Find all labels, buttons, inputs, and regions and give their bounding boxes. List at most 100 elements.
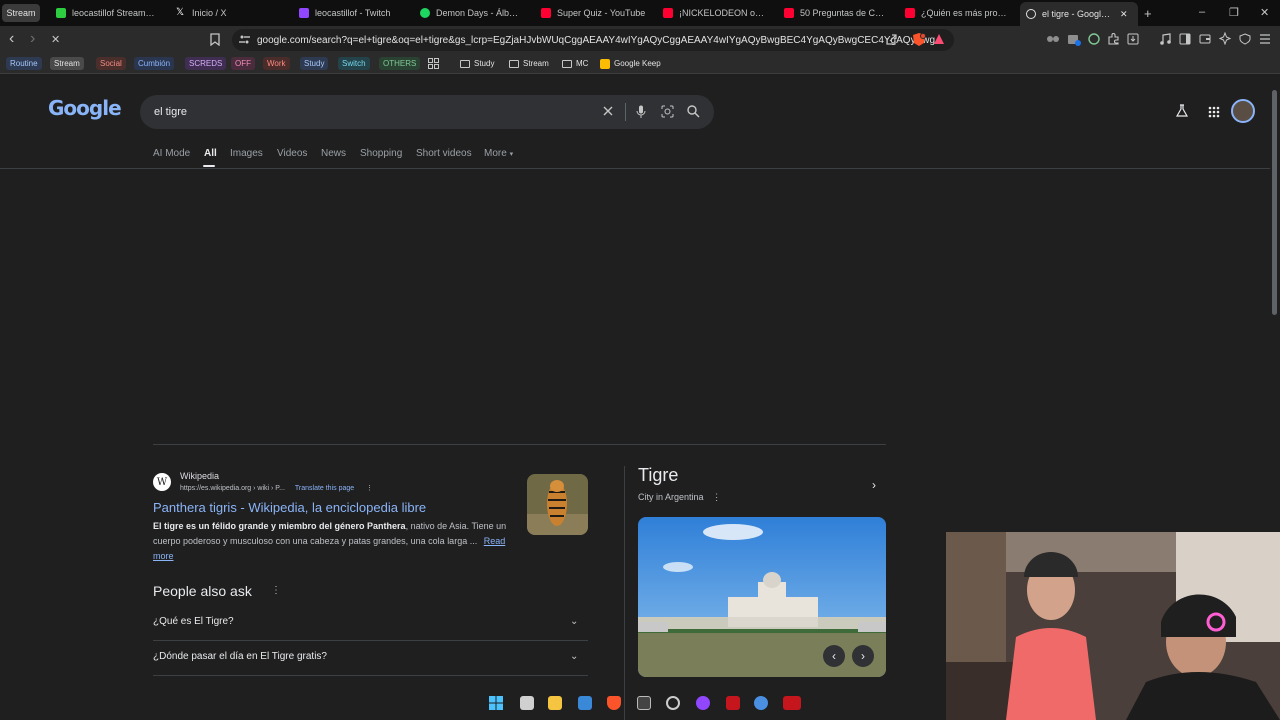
tab-nickelodeon[interactable]: ¡NICKELODEON o DISNE bbox=[663, 3, 765, 23]
tab-videos[interactable]: Videos bbox=[277, 148, 307, 159]
label: OFF bbox=[235, 59, 251, 68]
epic-games-icon[interactable] bbox=[637, 696, 651, 710]
bookmark-folder-stream[interactable]: Stream bbox=[509, 57, 549, 70]
tab-images[interactable]: Images bbox=[230, 148, 263, 159]
bookmark-icon[interactable] bbox=[210, 33, 220, 48]
tab-50-preguntas[interactable]: 50 Preguntas de Cultura bbox=[784, 3, 886, 23]
new-tab-button[interactable]: + bbox=[1144, 3, 1160, 23]
more-options-icon[interactable]: ⋮ bbox=[366, 485, 373, 492]
tab-group-stream[interactable]: Stream bbox=[2, 4, 40, 22]
result-title-link[interactable]: Panthera tigris - Wikipedia, la enciclop… bbox=[153, 500, 426, 515]
sidebar-icon[interactable] bbox=[1179, 33, 1191, 47]
bookmark-group-work[interactable]: Work bbox=[263, 57, 290, 70]
tab-news[interactable]: News bbox=[321, 148, 346, 159]
bookmark-folder-study[interactable]: Study bbox=[460, 57, 494, 70]
extension-icon[interactable] bbox=[1068, 33, 1081, 48]
bookmark-group-screds[interactable]: SCREDS bbox=[185, 57, 227, 70]
download-icon[interactable] bbox=[1127, 33, 1139, 47]
bookmark-folder-mc[interactable]: MC bbox=[562, 57, 588, 70]
tab-quien-es-mas[interactable]: ¿Quién es más probable bbox=[905, 3, 1007, 23]
carousel-prev-button[interactable]: ‹ bbox=[823, 645, 845, 667]
settings-icon[interactable] bbox=[754, 696, 768, 710]
share-icon[interactable] bbox=[886, 34, 897, 47]
stop-loading-button[interactable]: ✕ bbox=[51, 34, 60, 46]
google-apps-icon[interactable] bbox=[1208, 105, 1220, 123]
app-icon[interactable] bbox=[696, 696, 710, 710]
people-also-ask-heading: People also ask bbox=[153, 583, 252, 599]
tab-el-tigre[interactable]: el tigre - Google Sea ✕ bbox=[1020, 2, 1138, 26]
bookmark-group-social[interactable]: Social bbox=[96, 57, 126, 70]
close-tab-icon[interactable]: ✕ bbox=[1120, 9, 1128, 20]
bookmark-group-others[interactable]: OTHERS bbox=[379, 57, 421, 70]
tab-twitch[interactable]: leocastillof - Twitch bbox=[299, 3, 399, 23]
carousel-next-button[interactable]: › bbox=[852, 645, 874, 667]
tab-demon-days[interactable]: Demon Days - Álbum de bbox=[420, 3, 522, 23]
store-icon[interactable] bbox=[578, 696, 592, 710]
windows-start-icon[interactable] bbox=[489, 696, 503, 710]
tigre-city-photo[interactable]: ‹ › bbox=[638, 517, 886, 677]
close-window-button[interactable]: ✕ bbox=[1260, 6, 1269, 19]
tab-ai-mode[interactable]: AI Mode bbox=[153, 148, 190, 159]
avatar[interactable] bbox=[1231, 99, 1255, 123]
tab-groups-icon[interactable] bbox=[428, 57, 439, 70]
tab-shopping[interactable]: Shopping bbox=[360, 148, 402, 159]
task-view-icon[interactable] bbox=[520, 696, 534, 710]
bookmark-group-stream[interactable]: Stream bbox=[50, 57, 84, 70]
menu-icon[interactable] bbox=[1259, 33, 1271, 47]
search-input[interactable]: el tigre bbox=[140, 95, 714, 129]
brave-browser-icon[interactable] bbox=[607, 696, 621, 710]
extension-icon[interactable] bbox=[1047, 34, 1059, 46]
back-button[interactable]: ‹ bbox=[9, 31, 14, 47]
app-icon[interactable] bbox=[783, 696, 801, 710]
bookmark-group-switch[interactable]: Switch bbox=[338, 57, 370, 70]
tab-short-videos[interactable]: Short videos bbox=[416, 148, 472, 159]
result-url: https://es.wikipedia.org › wiki › P... T… bbox=[180, 484, 373, 492]
vpn-shield-icon[interactable] bbox=[1239, 33, 1251, 47]
chevron-down-icon[interactable]: ⌄ bbox=[570, 616, 578, 627]
leo-ai-icon[interactable] bbox=[1218, 31, 1232, 47]
labs-flask-icon[interactable] bbox=[1175, 104, 1189, 123]
tab-super-quiz[interactable]: Super Quiz - YouTube bbox=[541, 3, 646, 23]
puzzle-icon[interactable] bbox=[1108, 33, 1120, 47]
tab-leocastillof-stream[interactable]: leocastillof Stream - \ bbox=[56, 3, 156, 23]
label: Work bbox=[267, 59, 286, 68]
bookmark-group-cumbion[interactable]: Cumbión bbox=[134, 57, 175, 70]
google-doodle-logo[interactable]: Google bbox=[48, 96, 122, 120]
tab-label: Inicio / X bbox=[192, 8, 227, 18]
tab-more[interactable]: More ▾ bbox=[484, 148, 513, 159]
tab-x-home[interactable]: 𝕏 Inicio / X bbox=[176, 3, 276, 23]
chevron-down-icon[interactable]: ⌄ bbox=[570, 651, 578, 662]
translate-link[interactable]: Translate this page bbox=[295, 485, 354, 492]
label: Stream bbox=[523, 59, 549, 68]
file-explorer-icon[interactable] bbox=[548, 696, 562, 710]
chevron-right-icon[interactable]: › bbox=[862, 473, 886, 497]
tiger-thumbnail[interactable] bbox=[527, 474, 588, 535]
extension-icon[interactable] bbox=[1088, 33, 1100, 47]
restore-button[interactable]: ❐ bbox=[1229, 6, 1239, 19]
address-bar[interactable]: google.com/search?q=el+tigre&oq=el+tigre… bbox=[232, 29, 954, 51]
music-icon[interactable] bbox=[1159, 33, 1171, 47]
forward-button[interactable]: › bbox=[30, 31, 35, 47]
bookmark-group-study[interactable]: Study bbox=[300, 57, 329, 70]
site-info-icon[interactable] bbox=[239, 34, 250, 48]
paa-question[interactable]: ¿Qué es El Tigre? bbox=[153, 616, 234, 627]
clear-search-icon[interactable] bbox=[602, 105, 614, 119]
obs-icon[interactable] bbox=[666, 696, 680, 710]
tab-all[interactable]: All bbox=[204, 148, 217, 159]
bookmark-google-keep[interactable]: Google Keep bbox=[600, 57, 661, 70]
bookmark-group-off[interactable]: OFF bbox=[231, 57, 255, 70]
more-options-icon[interactable]: ⋮ bbox=[712, 492, 721, 502]
lens-icon[interactable] bbox=[661, 105, 674, 120]
app-icon[interactable] bbox=[726, 696, 740, 710]
minimize-button[interactable]: – bbox=[1199, 6, 1205, 18]
keep-icon bbox=[600, 58, 610, 69]
brave-shields-icon[interactable] bbox=[912, 32, 926, 49]
mic-icon[interactable] bbox=[636, 105, 646, 120]
wallet-icon[interactable] bbox=[1199, 33, 1211, 47]
more-options-icon[interactable]: ⋮ bbox=[271, 585, 281, 596]
bookmark-group-routine[interactable]: Routine bbox=[6, 57, 42, 70]
search-icon[interactable] bbox=[687, 105, 700, 120]
paa-question[interactable]: ¿Dónde pasar el día en El Tigre gratis? bbox=[153, 651, 327, 662]
brave-rewards-icon[interactable] bbox=[933, 33, 945, 47]
scrollbar-thumb[interactable] bbox=[1272, 90, 1277, 315]
